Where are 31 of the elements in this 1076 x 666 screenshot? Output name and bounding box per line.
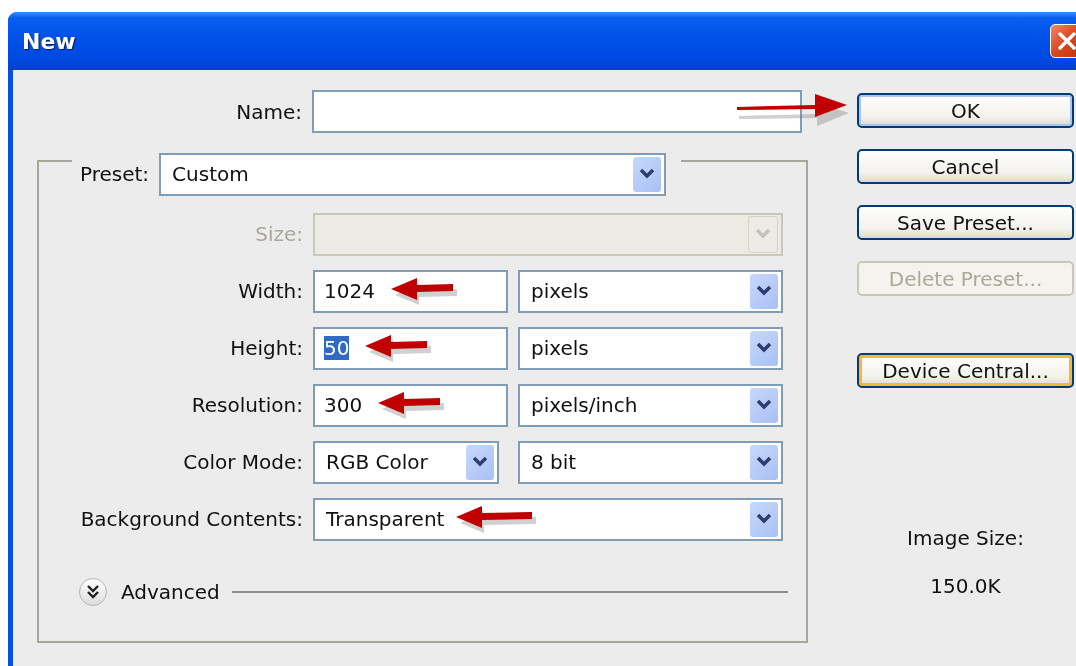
- advanced-label: Advanced: [121, 579, 220, 604]
- close-button[interactable]: [1050, 24, 1076, 58]
- number-input-field[interactable]: 300: [313, 383, 508, 427]
- field-label: Background Contents:: [79, 507, 303, 531]
- dialog-button[interactable]: Save Preset...: [857, 205, 1074, 240]
- name-input-field[interactable]: [312, 90, 802, 133]
- image-size-label: Image Size:: [907, 526, 1024, 550]
- expand-button[interactable]: [79, 577, 107, 606]
- dropdown[interactable]: Transparent: [313, 497, 783, 541]
- dialog-button[interactable]: OK: [857, 93, 1074, 128]
- name-label: Name:: [235, 99, 303, 124]
- number-input-field[interactable]: 1024: [313, 269, 508, 313]
- unit-dropdown[interactable]: pixels: [518, 326, 783, 370]
- field-label: Color Mode:: [182, 450, 303, 474]
- field-label: Size:: [254, 222, 303, 246]
- field-label: Width:: [237, 279, 303, 303]
- dialog-button[interactable]: Cancel: [857, 149, 1074, 184]
- close-icon: [1057, 31, 1076, 51]
- dialog-button[interactable]: Device Central...: [857, 353, 1074, 388]
- preset-label: Preset:: [80, 162, 150, 186]
- unit-dropdown[interactable]: pixels: [518, 269, 783, 313]
- image-size-value: 150.0K: [930, 574, 1001, 598]
- window-title: New: [22, 28, 76, 54]
- field-label: Resolution:: [190, 393, 303, 417]
- number-input-field[interactable]: 50: [313, 326, 508, 370]
- mode-dropdown[interactable]: RGB Color: [313, 440, 499, 484]
- preset-dropdown[interactable]: Custom: [159, 152, 667, 196]
- bit-depth-dropdown[interactable]: 8 bit: [518, 440, 783, 484]
- unit-dropdown[interactable]: pixels/inch: [518, 383, 783, 427]
- double-chevron-icon: [86, 583, 100, 600]
- field-label: Height:: [229, 336, 303, 360]
